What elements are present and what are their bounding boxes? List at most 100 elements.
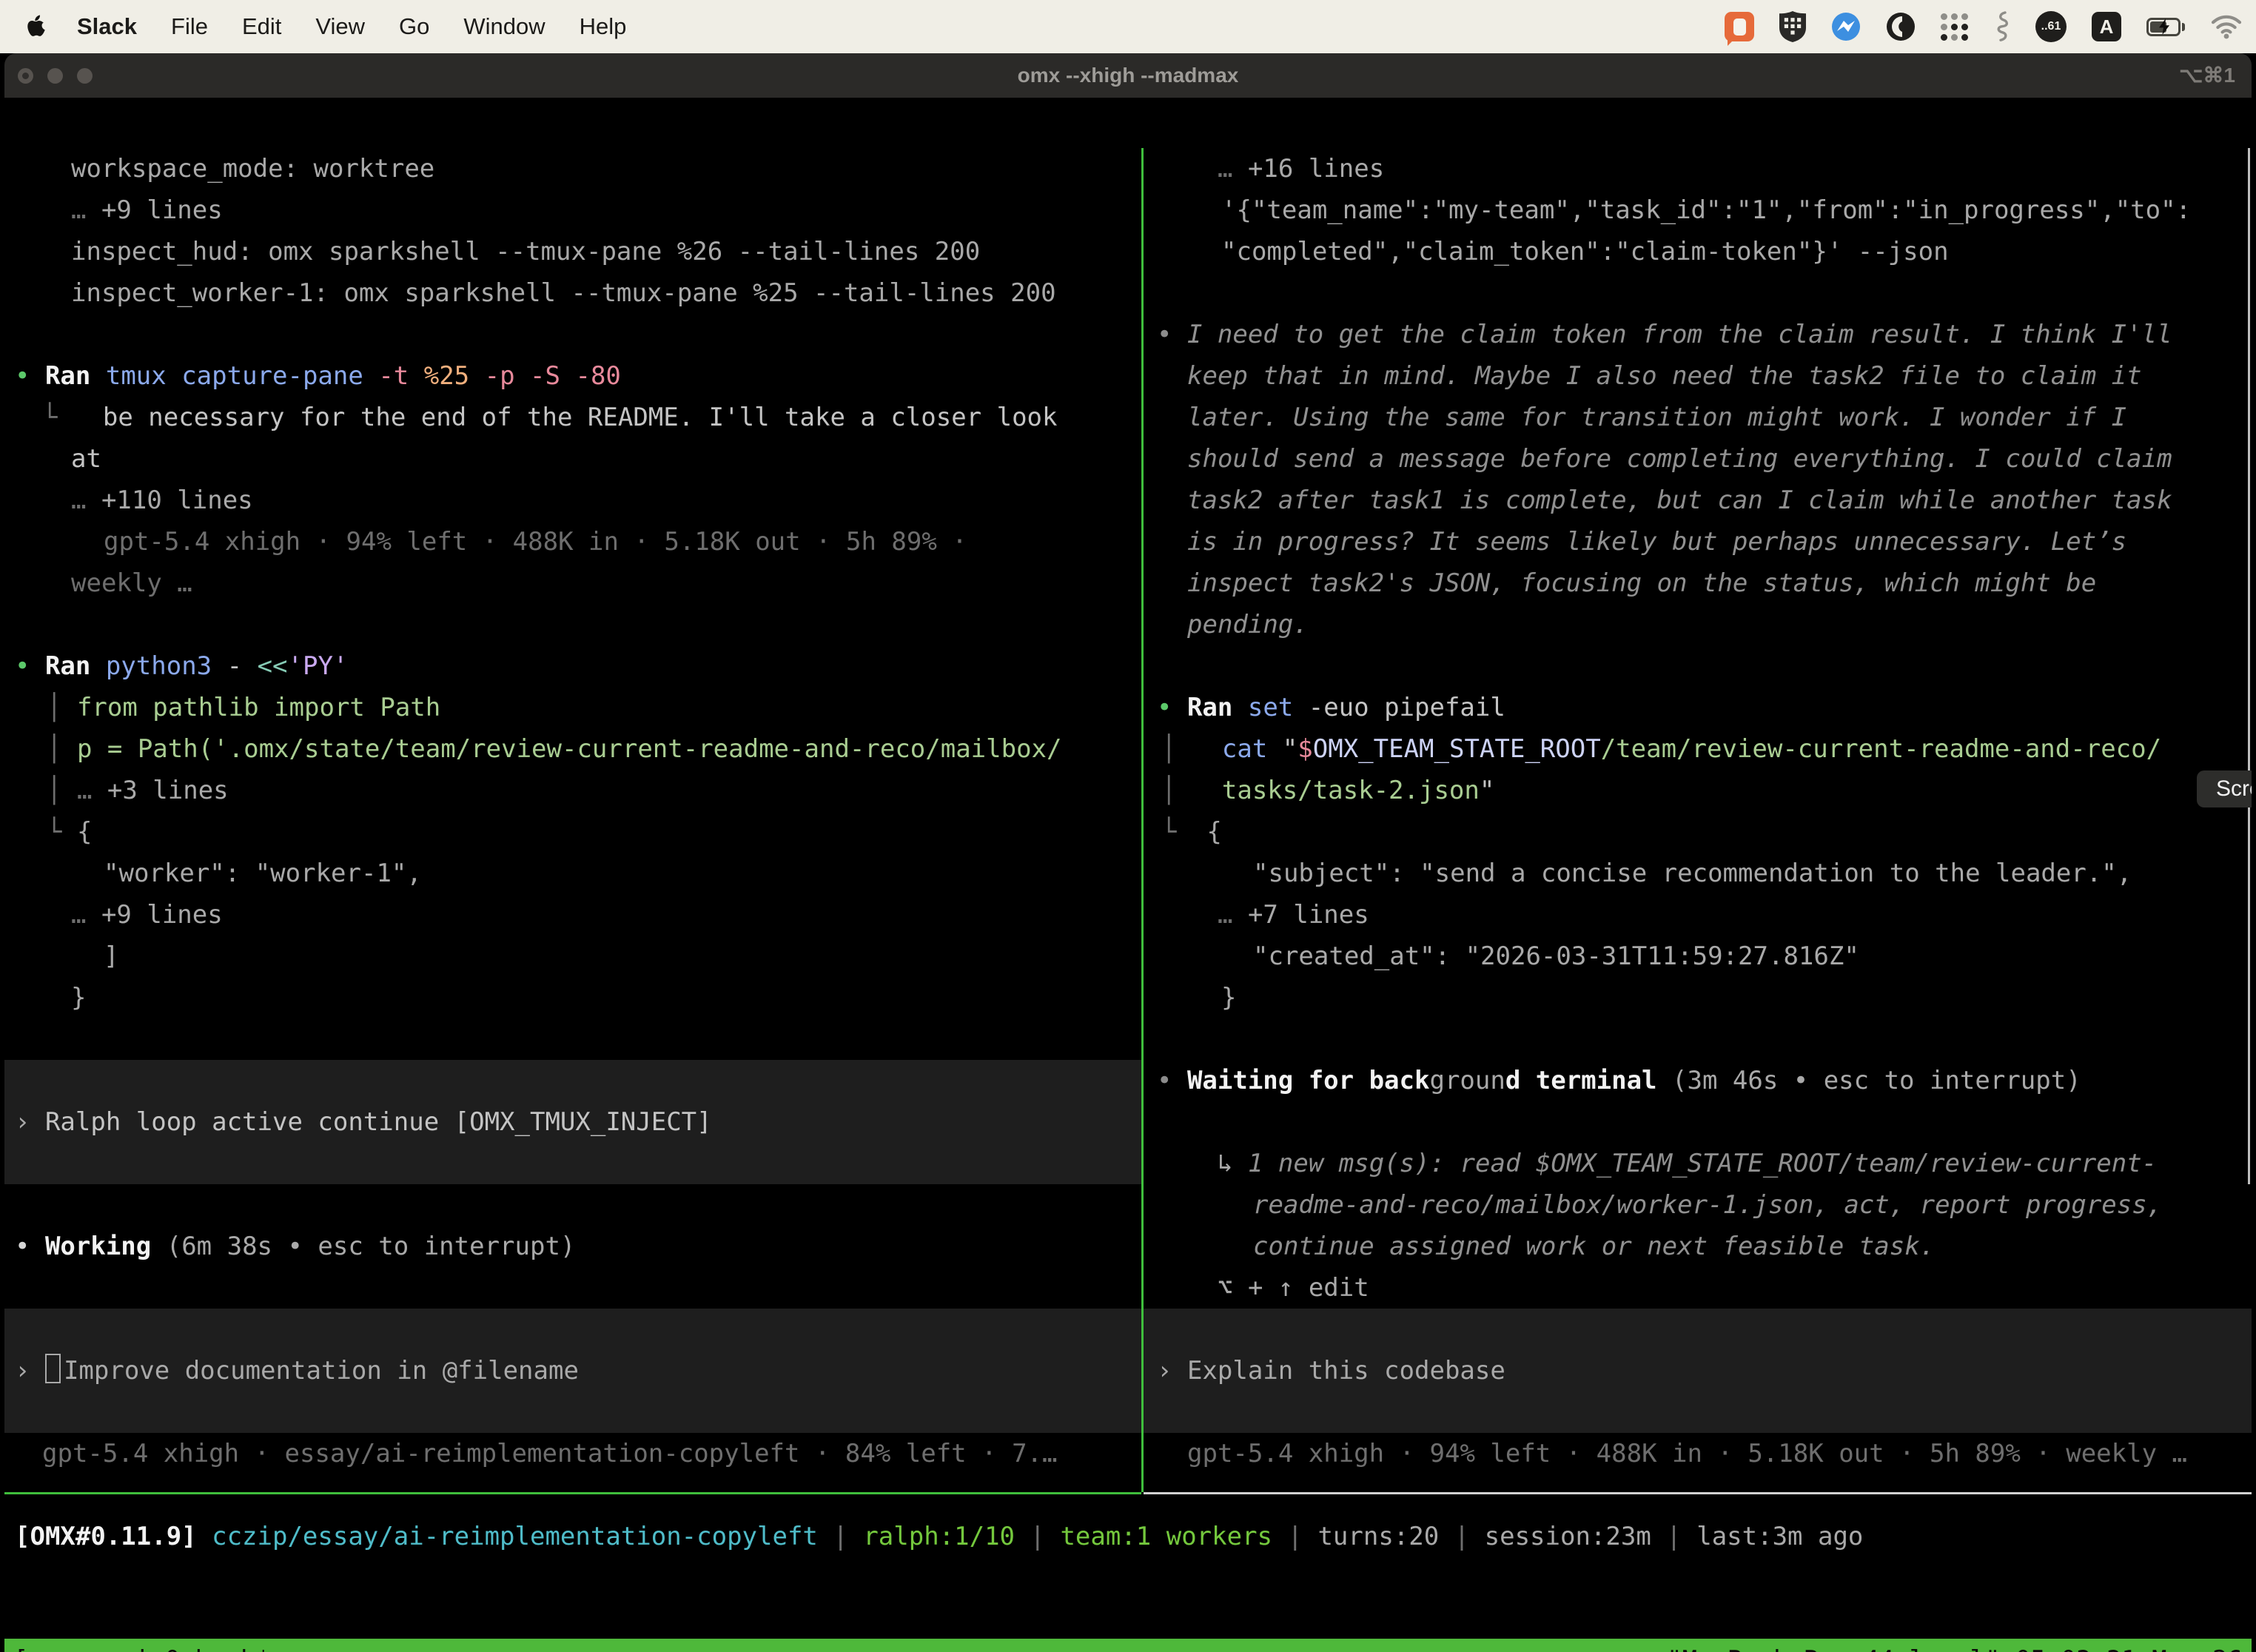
terminal-text: inspect_hud: omx sparkshell --tmux-pane … — [71, 237, 980, 266]
tmux-pane-left[interactable]: workspace_mode: worktree… +9 linesinspec… — [4, 148, 1141, 1492]
terminal-text: "subject": "send a concise recommendatio… — [1253, 859, 2132, 888]
suggestion-row[interactable] — [4, 1309, 1141, 1350]
terminal-text: be necessary for the end of the README. … — [103, 403, 1058, 432]
terminal-text: } — [71, 983, 86, 1013]
terminal-text: tasks/task-2.json — [1222, 776, 1480, 805]
terminal-text: Ran — [45, 651, 106, 681]
terminal-text: gpt-5.4 xhigh · 94% left · 488K in · 5.1… — [104, 527, 967, 557]
terminal-text: | — [833, 1522, 863, 1551]
screen-share-overlay[interactable]: Scre — [2197, 770, 2252, 807]
window-shortcut-badge: ⌥⌘1 — [2179, 53, 2235, 98]
terminal-text: from pathlib import Path — [77, 693, 440, 722]
terminal-text: › — [1157, 1356, 1187, 1386]
suggestion-row[interactable]: › Explain this codebase — [1144, 1350, 2252, 1391]
terminal-line: │ … +3 lines — [4, 770, 1141, 811]
terminal-text: gpt-5.4 xhigh · essay/ai-reimplementatio… — [42, 1439, 1057, 1468]
dots-grid-icon[interactable] — [1941, 13, 1969, 41]
terminal-text: keep that in mind. Maybe I also need the… — [1187, 361, 2142, 391]
terminal-line: └ be necessary for the end of the README… — [4, 397, 1141, 438]
messenger-icon[interactable] — [1831, 12, 1861, 41]
terminal-text: 'PY' — [288, 651, 349, 681]
menu-item-help[interactable]: Help — [580, 13, 627, 40]
terminal-line: … +16 lines — [1144, 148, 2252, 189]
menu-item-edit[interactable]: Edit — [242, 13, 281, 40]
terminal-line: "completed","claim_token":"claim-token"}… — [1144, 231, 2252, 272]
terminal-text: • — [1157, 1066, 1187, 1095]
suggestion-row[interactable] — [1144, 1391, 2252, 1433]
menu-item-slack[interactable]: Slack — [77, 13, 137, 40]
terminal-line: gpt-5.4 xhigh · 94% left · 488K in · 5.1… — [1144, 1433, 2252, 1474]
terminal-text: | — [1666, 1522, 1696, 1551]
terminal-text: inspect_worker-1: omx sparkshell --tmux-… — [71, 278, 1056, 308]
terminal-line: • I need to get the claim token from the… — [1144, 314, 2252, 355]
terminal-text: ↳ — [1218, 1149, 1248, 1178]
tmux-pane-right[interactable]: … +16 lines'{"team_name":"my-team","task… — [1144, 148, 2252, 1492]
terminal-text: -p — [485, 361, 530, 391]
terminal-text: └ — [42, 403, 103, 432]
terminal-text: ⌥ + ↑ edit — [1218, 1273, 1369, 1303]
terminal-text: Ran — [45, 361, 106, 391]
menu-item-file[interactable]: File — [171, 13, 208, 40]
apple-menu-icon[interactable] — [27, 15, 46, 38]
menubar: Slack File Edit View Go Window Help — [0, 0, 2256, 53]
terminal-line: … +7 lines — [1144, 894, 2252, 936]
terminal-text: │ — [1161, 776, 1222, 805]
squiggle-icon[interactable] — [1994, 11, 2010, 42]
menu-item-view[interactable]: View — [315, 13, 365, 40]
terminal-text: p = Path('.omx/state/team/review-current… — [77, 734, 1062, 764]
badge-61-icon[interactable]: ..61 — [2035, 11, 2067, 42]
tmux-session-label[interactable]: [omx-cczip0:bash* — [13, 1645, 271, 1652]
terminal-text: └ — [1161, 817, 1206, 847]
terminal-line: "subject": "send a concise recommendatio… — [1144, 853, 2252, 894]
terminal-text: › — [15, 1107, 45, 1137]
suggestion-row[interactable]: › Improve documentation in @filename — [4, 1350, 1141, 1391]
battery-icon[interactable] — [2146, 18, 2185, 36]
terminal-line: ] — [4, 936, 1141, 977]
terminal-text: └ — [47, 817, 77, 847]
menu-item-window[interactable]: Window — [463, 13, 545, 40]
terminal-line: … +9 lines — [4, 189, 1141, 231]
suggestion-row[interactable] — [1144, 1309, 2252, 1350]
terminal-line: • Working (6m 38s • esc to interrupt) — [4, 1226, 1141, 1267]
terminal-text: Ralph loop active continue [OMX_TMUX_INJ… — [45, 1107, 712, 1137]
scrollbar[interactable] — [2248, 148, 2250, 1184]
suggestion-row[interactable] — [4, 1143, 1141, 1184]
terminal-line: continue assigned work or next feasible … — [1144, 1226, 2252, 1267]
terminal-text: session:23m — [1485, 1522, 1667, 1551]
terminal-text: cczip/essay/ai-reimplementation-copyleft — [212, 1522, 833, 1551]
screen-record-icon[interactable] — [1725, 12, 1754, 41]
terminal-text: +7 lines — [1248, 900, 1369, 930]
suggestion-row[interactable]: › Ralph loop active continue [OMX_TMUX_I… — [4, 1101, 1141, 1143]
a-badge-icon[interactable]: A — [2092, 12, 2121, 41]
terminal-text: set — [1248, 693, 1309, 722]
terminal-line — [1144, 645, 2252, 687]
menu-item-go[interactable]: Go — [399, 13, 429, 40]
keypad-shield-icon[interactable] — [1779, 11, 1806, 42]
pane-divider-vertical[interactable] — [1141, 148, 1144, 1492]
terminal-text: +3 lines — [107, 776, 229, 805]
terminal-text: … — [1218, 154, 1248, 184]
terminal-text: Improve documentation in @filename — [64, 1356, 579, 1386]
terminal-text: Ran — [1187, 693, 1248, 722]
suggestion-row[interactable] — [4, 1060, 1141, 1101]
terminal-text: Waiting for back — [1187, 1066, 1430, 1095]
terminal-line: ⌥ + ↑ edit — [1144, 1267, 2252, 1309]
terminal-line: … +110 lines — [4, 480, 1141, 521]
wifi-icon[interactable] — [2210, 14, 2243, 39]
suggestion-row[interactable] — [4, 1391, 1141, 1433]
tmux-host-clock: "MacBook-Pro-44.local" 05:03 31-Mar-26 — [1667, 1645, 2243, 1652]
terminal-text: "worker": "worker-1", — [104, 859, 422, 888]
terminal-text: /team/review-current-readme-and-reco/ — [1601, 734, 2161, 764]
loom-icon[interactable] — [1886, 12, 1916, 41]
terminal-line — [4, 604, 1141, 645]
terminal-line: readme-and-reco/mailbox/worker-1.json, a… — [1144, 1184, 2252, 1226]
terminal-line — [4, 1018, 1141, 1060]
terminal-text: " — [1480, 776, 1494, 805]
text-cursor — [45, 1354, 61, 1383]
pane-border-bottom-right — [1144, 1492, 2252, 1494]
terminal-text: readme-and-reco/mailbox/worker-1.json, a… — [1253, 1190, 2162, 1220]
terminal-window: omx --xhigh --madmax ⌥⌘1 workspace_mode:… — [4, 53, 2252, 1652]
terminal-text: python3 — [106, 651, 227, 681]
terminal-content: workspace_mode: worktree… +9 linesinspec… — [4, 98, 2252, 1652]
terminal-line: is in progress? It seems likely but perh… — [1144, 521, 2252, 563]
